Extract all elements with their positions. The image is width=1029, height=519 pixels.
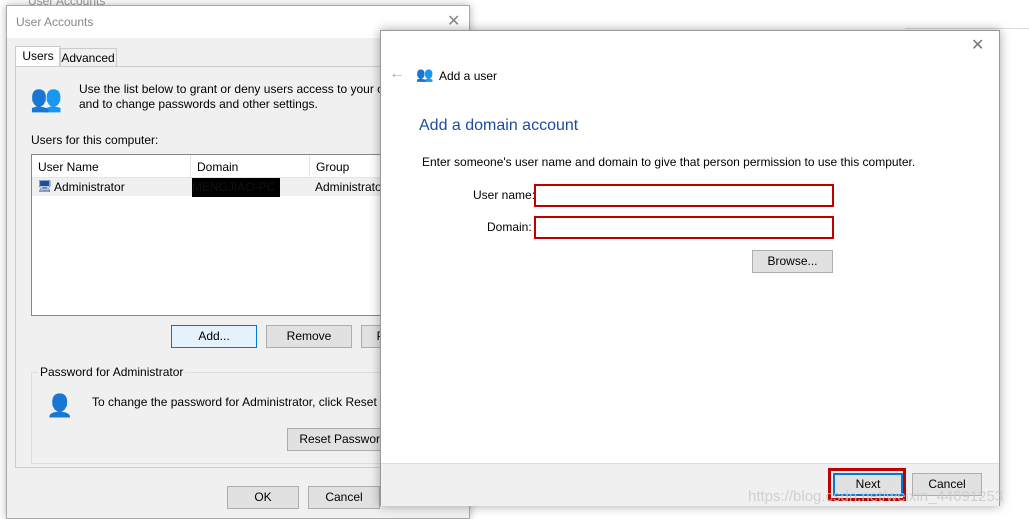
column-domain[interactable]: Domain — [190, 155, 238, 177]
cancel-button[interactable]: Cancel — [308, 486, 380, 509]
back-arrow-icon[interactable]: ← — [389, 65, 405, 83]
close-icon[interactable]: ✕ — [971, 35, 984, 55]
user-name-input[interactable] — [534, 184, 834, 207]
password-group-label: Password for Administrator — [38, 365, 186, 379]
tab-users[interactable]: Users — [15, 46, 61, 67]
tab-advanced[interactable]: Advanced — [59, 48, 117, 68]
add-button[interactable]: Add... — [171, 325, 257, 348]
user-computer-icon: 👤 — [46, 393, 74, 418]
users-label: Users for this computer: — [31, 133, 159, 147]
column-user-name[interactable]: User Name — [38, 160, 99, 174]
ok-button[interactable]: OK — [227, 486, 299, 509]
add-user-dialog: ✕ ← 👥 Add a user Add a domain account En… — [380, 30, 1000, 506]
intro-text-2: and to change passwords and other settin… — [79, 97, 318, 111]
browse-button[interactable]: Browse... — [752, 250, 833, 273]
watermark: https://blog.csdn.net/weixin_44691253 — [748, 488, 1004, 505]
header-title: Add a user — [439, 69, 498, 83]
remove-button[interactable]: Remove — [266, 325, 352, 348]
row-domain-redacted: MENGJIAO-PC — [192, 178, 280, 197]
dialog-title: User Accounts — [16, 15, 94, 29]
domain-input[interactable] — [534, 216, 834, 239]
row-user-name: Administrator — [54, 180, 125, 194]
column-group[interactable]: Group — [309, 155, 349, 177]
domain-label: Domain: — [487, 220, 532, 234]
user-name-label: User name: — [473, 188, 536, 202]
user-icon: 🖥 — [37, 179, 53, 193]
divider — [905, 28, 1029, 29]
intro-text: Use the list below to grant or deny user… — [79, 82, 430, 96]
close-icon[interactable]: ✕ — [447, 11, 460, 31]
page-title: Add a domain account — [419, 117, 579, 134]
users-icon: 👥 — [30, 83, 63, 113]
users-icon: 👥 — [416, 66, 434, 82]
instructions: Enter someone's user name and domain to … — [422, 155, 916, 169]
